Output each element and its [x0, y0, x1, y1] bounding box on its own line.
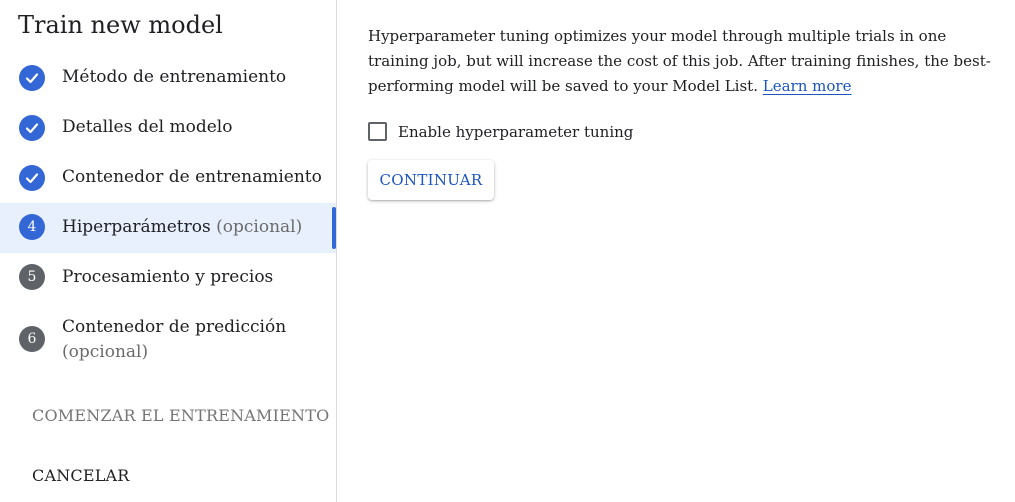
step-label: Contenedor de entrenamiento — [62, 167, 322, 187]
optional-tag: (opcional) — [62, 342, 149, 362]
step-label: Método de entrenamiento — [62, 67, 287, 87]
optional-tag: (opcional) — [216, 217, 303, 237]
step-model-details[interactable]: Detalles del modelo — [0, 103, 336, 153]
learn-more-link[interactable]: Learn more — [763, 77, 852, 95]
step-training-method[interactable]: Método de entrenamiento — [0, 53, 336, 103]
start-training-button[interactable]: COMENZAR EL ENTRENAMIENTO — [32, 406, 329, 425]
step-label: Procesamiento y precios — [62, 267, 274, 287]
check-circle-icon — [19, 65, 45, 91]
cancel-button[interactable]: CANCELAR — [32, 466, 130, 485]
step-hyperparameters[interactable]: 4 Hiperparámetros (opcional) — [0, 203, 336, 253]
page-title: Train new model — [18, 11, 223, 39]
enable-tuning-checkbox[interactable] — [368, 122, 387, 141]
step-training-container[interactable]: Contenedor de entrenamiento — [0, 153, 336, 203]
step-number-badge: 6 — [19, 326, 45, 352]
hyperparameter-tuning-option[interactable]: Enable hyperparameter tuning — [368, 122, 633, 141]
hyperparameter-panel: Hyperparameter tuning optimizes your mod… — [368, 24, 998, 200]
check-circle-icon — [19, 115, 45, 141]
step-prediction-container[interactable]: 6 Contenedor de predicción (opcional) — [0, 303, 336, 378]
step-label: Contenedor de predicción (opcional) — [62, 317, 287, 362]
description-text: Hyperparameter tuning optimizes your mod… — [368, 27, 991, 95]
continue-button[interactable]: CONTINUAR — [368, 160, 494, 200]
step-label: Hiperparámetros (opcional) — [62, 217, 303, 237]
step-compute-pricing[interactable]: 5 Procesamiento y precios — [0, 253, 336, 303]
step-number-badge: 4 — [19, 214, 45, 240]
checkbox-label: Enable hyperparameter tuning — [398, 122, 634, 141]
check-circle-icon — [19, 165, 45, 191]
step-label: Detalles del modelo — [62, 117, 233, 137]
step-number-badge: 5 — [19, 264, 45, 290]
stepper-sidebar: Train new model Método de entrenamiento … — [0, 0, 337, 502]
